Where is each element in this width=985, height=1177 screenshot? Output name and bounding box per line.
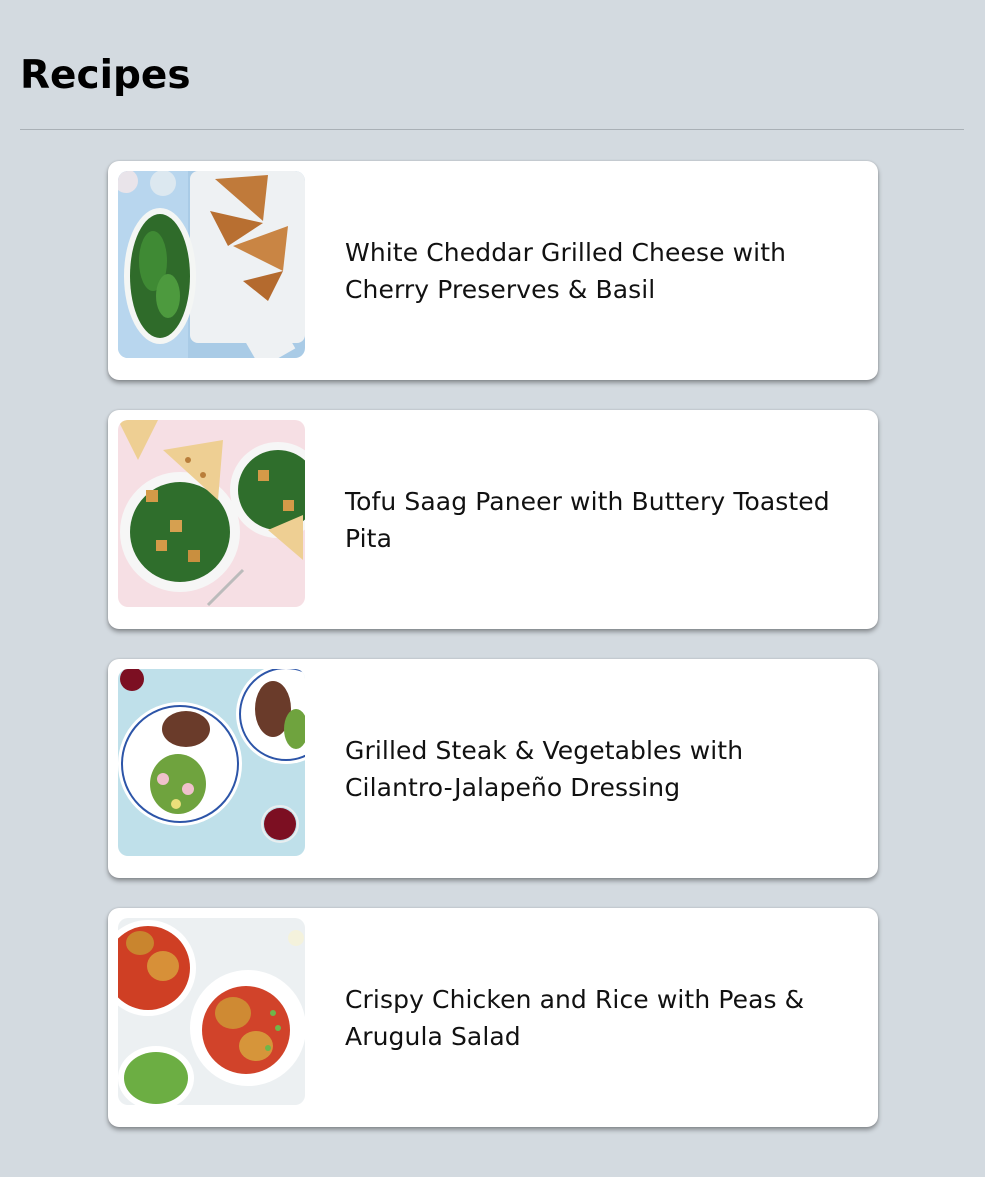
recipe-card[interactable]: White Cheddar Grilled Cheese with Cherry… bbox=[108, 161, 878, 380]
recipe-card[interactable]: Tofu Saag Paneer with Buttery Toasted Pi… bbox=[108, 410, 878, 629]
page-title: Recipes bbox=[20, 53, 191, 98]
recipe-title[interactable]: Tofu Saag Paneer with Buttery Toasted Pi… bbox=[345, 483, 860, 557]
recipe-card[interactable]: Crispy Chicken and Rice with Peas & Arug… bbox=[108, 908, 878, 1127]
recipe-list: White Cheddar Grilled Cheese with Cherry… bbox=[108, 161, 878, 1157]
recipe-title[interactable]: Crispy Chicken and Rice with Peas & Arug… bbox=[345, 981, 860, 1055]
recipe-image[interactable] bbox=[118, 669, 305, 856]
recipe-image[interactable] bbox=[118, 918, 305, 1105]
recipe-image[interactable] bbox=[118, 420, 305, 607]
recipe-image[interactable] bbox=[118, 171, 305, 358]
recipe-title[interactable]: White Cheddar Grilled Cheese with Cherry… bbox=[345, 234, 860, 308]
recipe-title[interactable]: Grilled Steak & Vegetables with Cilantro… bbox=[345, 732, 860, 806]
recipe-card[interactable]: Grilled Steak & Vegetables with Cilantro… bbox=[108, 659, 878, 878]
header-divider bbox=[20, 129, 964, 130]
